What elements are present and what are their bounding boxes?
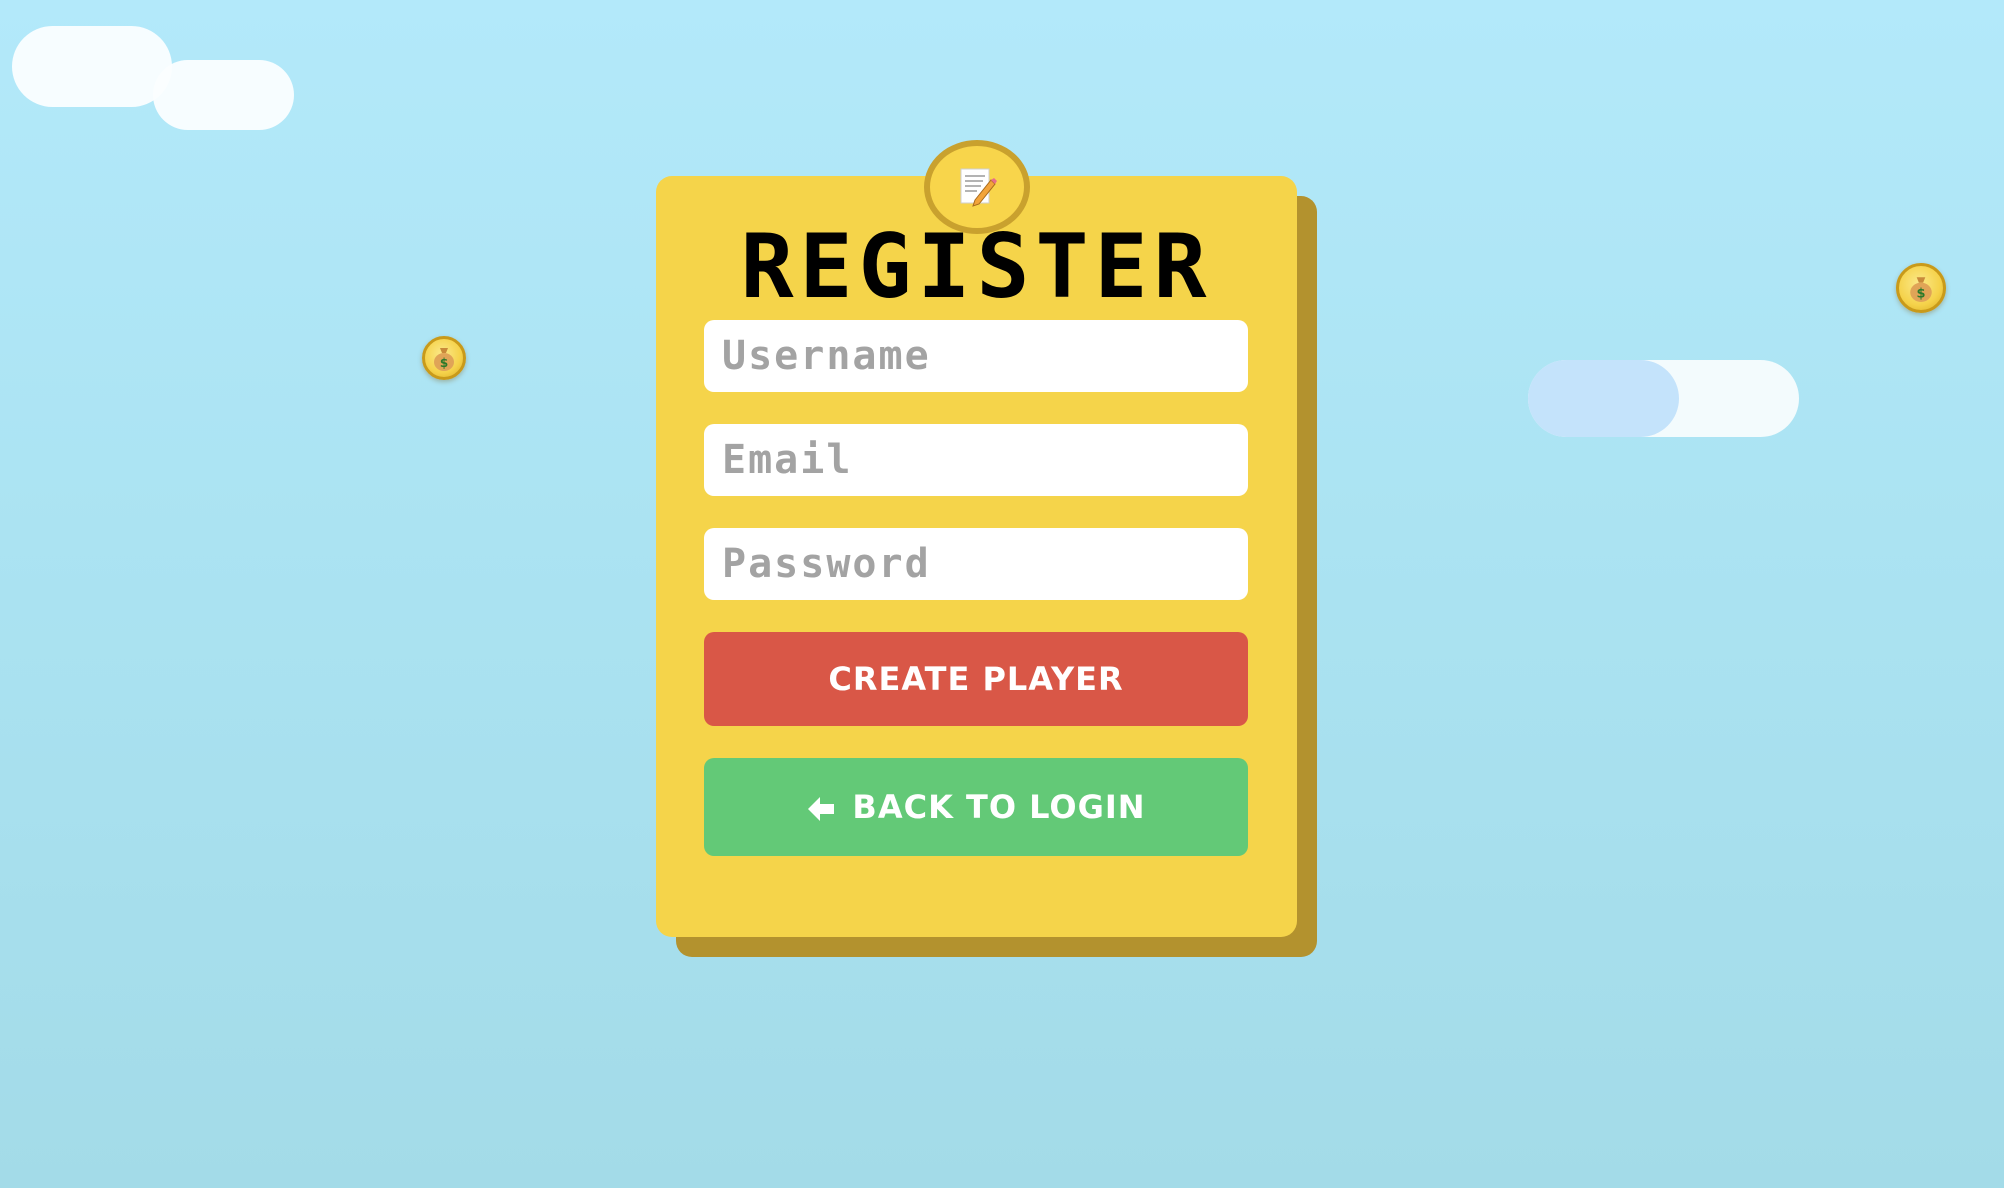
cloud-icon: [12, 26, 172, 107]
email-input[interactable]: [704, 424, 1248, 496]
create-player-button[interactable]: CREATE PLAYER: [704, 632, 1248, 726]
page-title: REGISTER: [740, 215, 1213, 318]
username-input[interactable]: [704, 320, 1248, 392]
svg-text:$: $: [1917, 287, 1926, 302]
back-to-login-label: BACK TO LOGIN: [852, 788, 1146, 826]
arrow-left-icon: [806, 793, 836, 821]
svg-text:$: $: [440, 356, 448, 370]
money-bag-icon: $: [422, 336, 466, 380]
password-input[interactable]: [704, 528, 1248, 600]
cloud-icon: [153, 60, 294, 130]
create-player-label: CREATE PLAYER: [828, 660, 1124, 698]
back-to-login-button[interactable]: BACK TO LOGIN: [704, 758, 1248, 856]
cloud-icon: [1528, 360, 1679, 437]
money-bag-icon: $: [1896, 263, 1946, 313]
